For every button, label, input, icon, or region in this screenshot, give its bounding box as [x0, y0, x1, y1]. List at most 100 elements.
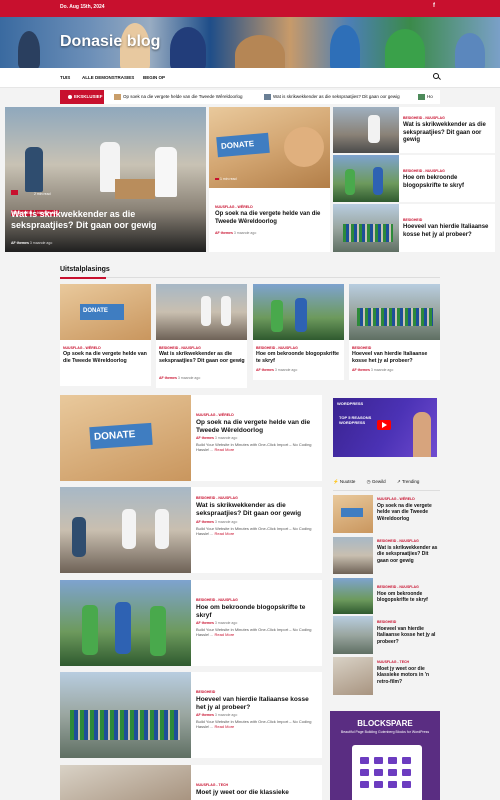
nav-item-home[interactable]: TUIS — [60, 75, 70, 80]
current-date: Do. Aug 15th, 2024 — [60, 4, 105, 10]
list-item-title[interactable]: Moet jy weet oor die klassieke — [196, 789, 318, 797]
showcase-card[interactable]: DONATE NUUSFLAG - WÊRELD Op soek na die … — [60, 284, 151, 386]
side-post-title[interactable]: Hoeveel van hierdie Italiaanse kosse het… — [403, 224, 491, 239]
showcase-title[interactable]: Hoeveel van hierdie Italiaanse kosse het… — [352, 351, 438, 364]
showcase-title[interactable]: Wat is skrikwekkender as die sekspraatji… — [159, 351, 245, 364]
category-label[interactable]: NUUSFLAG - WÊRELD — [377, 497, 415, 501]
sidebar-post-title[interactable]: Hoe om bekroonde blogopskrifte te skryf — [377, 591, 440, 604]
list-item-title[interactable]: Op soek na die vergete helde van die Twe… — [196, 419, 318, 435]
play-icon[interactable] — [377, 420, 391, 430]
sidebar-post[interactable]: NUUSFLAG - TECH Moet jy weet oor die kla… — [333, 657, 440, 695]
category-label[interactable]: BESIGHEID — [403, 218, 422, 222]
post-meta: AF themes 3 maande ago — [196, 621, 238, 625]
category-label[interactable]: BESIGHEID - NUUSFLAG — [196, 496, 238, 500]
category-label[interactable]: BESIGHEID - NUUSFLAG — [256, 346, 298, 350]
sidebar-post[interactable]: BESIGHEID Hoeveel van hierdie Italiaanse… — [333, 616, 440, 654]
sidebar-post-title[interactable]: Op soek na die vergete helde van die Twe… — [377, 503, 440, 522]
read-time: 2 min read — [11, 190, 51, 196]
category-label[interactable]: NUUSFLAG - WÊRELD — [63, 346, 101, 350]
banner-title: BLOCKSPARE — [357, 719, 413, 728]
featured-main-title[interactable]: Wat is skrikwekkender as die sekspraatji… — [11, 209, 196, 231]
featured-main-post[interactable]: 2 min read BESIGHEID NUUSFLAG Wat is skri… — [5, 107, 206, 252]
read-more-link[interactable]: Read More — [214, 531, 234, 536]
post-meta: AF themes 3 maande ago — [196, 520, 238, 524]
category-label[interactable]: NUUSFLAG - WÊRELD — [215, 205, 253, 209]
side-post-title[interactable]: Hoe om bekroonde blogopskrifte te skryf — [403, 175, 491, 190]
video-brand: WORDPRESS — [337, 401, 364, 406]
category-label[interactable]: BESIGHEID - NUUSFLAG — [377, 539, 419, 543]
list-item-title[interactable]: Hoe om bekroonde blogopskrifte te skryf — [196, 604, 318, 620]
sidebar-post-image — [333, 537, 373, 574]
list-item[interactable]: BESIGHEID Hoeveel van hierdie Italiaanse… — [60, 672, 322, 758]
list-item[interactable]: BESIGHEID - NUUSFLAG Hoe om bekroonde bl… — [60, 580, 322, 666]
list-item-excerpt: Build Your Website in Minutes with One-C… — [196, 442, 312, 453]
category-label[interactable]: BESIGHEID - NUUSFLAG — [403, 116, 445, 120]
list-item[interactable]: DONATE NUUSFLAG - WÊRELD Op soek na die … — [60, 395, 322, 481]
showcase-image — [253, 284, 344, 340]
sidebar-post-title[interactable]: Moet jy weet oor die klassieke motors in… — [377, 666, 440, 685]
video-widget[interactable]: WORDPRESS TOP 5 REASONS WORDPRESS — [333, 398, 437, 457]
nav-item-get-started[interactable]: BEGIN OP — [143, 75, 165, 80]
list-item[interactable]: NUUSFLAG - TECH Moet jy weet oor die kla… — [60, 765, 322, 800]
category-label[interactable]: BESIGHEID — [352, 346, 371, 350]
sidebar-post-image — [333, 578, 373, 614]
featured-middle-post[interactable]: DONATE 1 min read NUUSFLAG - WÊRELD Op s… — [209, 107, 330, 252]
tab-trending[interactable]: ↗ Trending — [397, 479, 425, 484]
category-label[interactable]: NUUSFLAG - WÊRELD — [196, 413, 234, 417]
showcase-card[interactable]: BESIGHEID - NUUSFLAG Hoe om bekroonde bl… — [253, 284, 344, 380]
showcase-title[interactable]: Op soek na die vergete helde van die Twe… — [63, 351, 149, 364]
sidebar-post-title[interactable]: Wat is skrikwekkender as die sekspraatji… — [377, 545, 440, 564]
main-navigation: TUIS ALLE DEMONSTRASIES BEGIN OP — [0, 68, 500, 88]
side-post[interactable]: BESIGHEID Hoeveel van hierdie Italiaanse… — [333, 204, 495, 252]
showcase-card[interactable]: BESIGHEID Hoeveel van hierdie Italiaanse… — [349, 284, 440, 380]
ticker-item[interactable]: Ho — [418, 90, 433, 104]
showcase-title[interactable]: Hoe om bekroonde blogopskrifte te skryf — [256, 351, 342, 364]
ticker-item[interactable]: Wat is skrikwekkender as die sekspraatji… — [264, 90, 400, 104]
banner-screenshot — [352, 745, 422, 800]
list-item-excerpt: Build Your Website in Minutes with One-C… — [196, 719, 312, 730]
list-item-title[interactable]: Wat is skrikwekkender as die sekspraatji… — [196, 502, 318, 518]
read-more-link[interactable]: Read More — [214, 724, 234, 729]
bolt-icon — [68, 94, 72, 99]
read-more-link[interactable]: Read More — [214, 447, 234, 452]
sidebar-post[interactable]: BESIGHEID - NUUSFLAG Wat is skrikwekkend… — [333, 537, 440, 574]
read-more-link[interactable]: Read More — [214, 632, 234, 637]
category-label[interactable]: NUUSFLAG - TECH — [377, 660, 409, 664]
site-title[interactable]: Donasie blog — [60, 33, 160, 51]
showcase-card[interactable]: BESIGHEID - NUUSFLAG Wat is skrikwekkend… — [156, 284, 247, 388]
list-item-excerpt: Build Your Website in Minutes with One-C… — [196, 627, 312, 638]
category-label[interactable]: BESIGHEID - NUUSFLAG — [196, 598, 238, 602]
side-post[interactable]: BESIGHEID - NUUSFLAG Hoe om bekroonde bl… — [333, 155, 495, 202]
facebook-icon[interactable]: f — [433, 3, 435, 9]
category-label[interactable]: NUUSFLAG - TECH — [196, 783, 228, 787]
sidebar-post[interactable]: NUUSFLAG - WÊRELD Op soek na die vergete… — [333, 495, 440, 533]
showcase-image — [349, 284, 440, 340]
post-meta: AF themes 3 maande ago — [256, 368, 298, 372]
category-label[interactable]: BESIGHEID — [377, 620, 396, 624]
side-post[interactable]: BESIGHEID - NUUSFLAG Wat is skrikwekkend… — [333, 107, 495, 153]
sidebar-post-image — [333, 495, 373, 533]
category-label[interactable]: BESIGHEID - NUUSFLAG — [159, 346, 201, 350]
list-item[interactable]: BESIGHEID - NUUSFLAG Wat is skrikwekkend… — [60, 487, 322, 573]
tab-latest[interactable]: ⚡ Nuutste — [333, 479, 360, 484]
category-label[interactable]: BESIGHEID — [196, 690, 215, 694]
search-icon[interactable] — [433, 73, 439, 79]
ticker-item[interactable]: Op soek na die vergete helde van die Twe… — [114, 90, 243, 104]
nav-item-all-demos[interactable]: ALLE DEMONSTRASIES — [82, 75, 134, 80]
section-heading: Uitstalplasings — [60, 266, 110, 273]
list-item-image — [60, 487, 191, 573]
sidebar-post-title[interactable]: Hoeveel van hierdie Italiaanse kosse het… — [377, 626, 440, 645]
featured-middle-title[interactable]: Op soek na die vergete helde van die Twe… — [215, 211, 327, 226]
sidebar-post[interactable]: BESIGHEID - NUUSFLAG Hoe om bekroonde bl… — [333, 578, 440, 614]
side-post-title[interactable]: Wat is skrikwekkender as die sekspraatji… — [403, 122, 491, 145]
tab-popular[interactable]: ◷ Gewild — [367, 479, 391, 484]
banner-subtitle: Beautiful Page Building Gutenberg Blocks… — [340, 730, 430, 734]
blockspare-ad-banner[interactable]: BLOCKSPARE Beautiful Page Building Guten… — [330, 711, 440, 800]
category-label[interactable]: BESIGHEID - NUUSFLAG — [377, 585, 419, 589]
tabs-divider — [333, 490, 440, 491]
showcase-image: DONATE — [60, 284, 151, 340]
camera-icon — [11, 190, 18, 195]
list-item-image: DONATE — [60, 395, 191, 481]
category-label[interactable]: BESIGHEID - NUUSFLAG — [403, 169, 445, 173]
list-item-title[interactable]: Hoeveel van hierdie Italiaanse kosse het… — [196, 696, 318, 712]
